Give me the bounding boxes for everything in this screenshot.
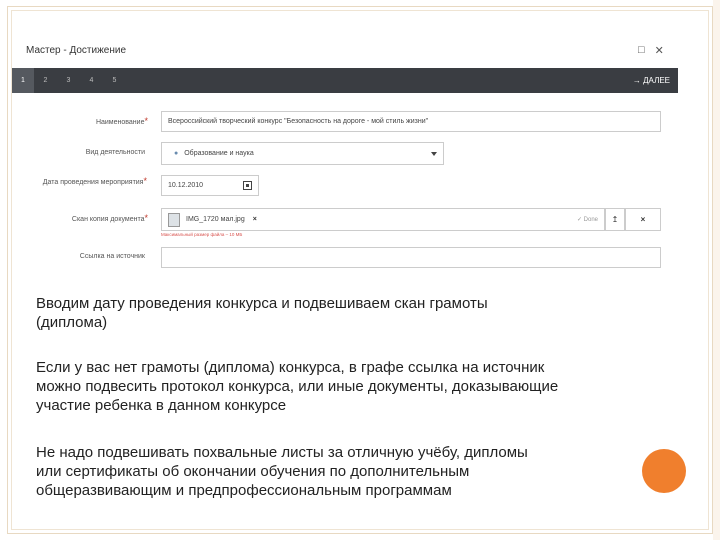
window-title: Мастер - Достижение xyxy=(26,45,127,56)
name-label: Наименование* xyxy=(95,116,148,126)
clear-file-button[interactable]: × xyxy=(625,208,661,231)
text-line: Не надо подвешивать похвальные листы за … xyxy=(36,444,528,461)
upload-status-label: Done xyxy=(583,217,598,223)
link-label: Ссылка на источник xyxy=(79,253,145,260)
check-icon: ✓ xyxy=(576,217,582,223)
wizard-step-5[interactable]: 5 xyxy=(103,77,126,84)
arrow-right-icon: → xyxy=(632,76,641,85)
close-icon[interactable]: ✕ xyxy=(655,44,664,57)
window-controls: □ ✕ xyxy=(638,44,664,57)
name-input[interactable]: Всероссийский творческий конкурс "Безопа… xyxy=(161,111,661,132)
text-line: (диплома) xyxy=(36,314,108,331)
paragraph-not-allowed: Не надо подвешивать похвальные листы за … xyxy=(36,443,528,500)
activity-select[interactable]: ● Образование и наука xyxy=(161,142,444,165)
chevron-down-icon xyxy=(431,151,437,156)
slide-right-stripe xyxy=(713,0,720,540)
next-button[interactable]: → ДАЛЕЕ xyxy=(633,76,670,85)
upload-status: ✓ Done xyxy=(577,216,598,223)
activity-dot-icon: ● xyxy=(174,150,179,157)
next-button-label: ДАЛЕЕ xyxy=(643,76,670,85)
wizard-steps-bar: 1 2 3 4 5 → ДАЛЕЕ xyxy=(12,68,678,93)
name-input-value: Всероссийский творческий конкурс "Безопа… xyxy=(168,118,429,125)
close-icon: × xyxy=(640,215,646,224)
link-input[interactable] xyxy=(161,247,661,268)
doc-label: Скан копия документа* xyxy=(71,213,148,223)
upload-icon[interactable]: ↥ xyxy=(605,208,625,231)
text-line: можно подвесить протокол конкурса, или и… xyxy=(36,378,559,395)
wizard-step-2[interactable]: 2 xyxy=(34,77,57,84)
calendar-icon[interactable] xyxy=(243,181,252,190)
activity-label: Вид деятельности xyxy=(85,149,145,156)
date-input-value: 10.12.2010 xyxy=(168,182,204,189)
date-input[interactable]: 10.12.2010 xyxy=(161,175,259,196)
wizard-step-3[interactable]: 3 xyxy=(57,77,80,84)
date-label: Дата проведения мероприятия* xyxy=(42,176,147,187)
wizard-step-4[interactable]: 4 xyxy=(80,77,103,84)
text-line: Вводим дату проведения конкурса и подвеш… xyxy=(36,295,488,312)
text-line: участие ребенка в данном конкурсе xyxy=(36,397,287,414)
activity-select-value: Образование и наука xyxy=(184,150,254,157)
file-size-hint: Максимальный размер файла – 10 МБ xyxy=(161,232,243,237)
paragraph-date-scan: Вводим дату проведения конкурса и подвеш… xyxy=(36,294,488,332)
text-line: или сертификаты об окончании обучения по… xyxy=(36,463,470,480)
text-line: общеразвивающим и предпрофессиональным п… xyxy=(36,482,452,499)
file-thumbnail-icon xyxy=(168,212,180,227)
maximize-icon[interactable]: □ xyxy=(638,44,645,57)
required-marker: * xyxy=(144,213,148,223)
remove-file-icon[interactable]: × xyxy=(253,216,257,223)
paragraph-link-alternative: Если у вас нет грамоты (диплома) конкурс… xyxy=(36,358,558,415)
decorative-orange-circle xyxy=(642,449,686,493)
required-marker: * xyxy=(143,176,147,186)
file-upload-field[interactable]: IMG_1720 мал.jpg × ✓ Done xyxy=(161,208,605,231)
required-marker: * xyxy=(144,116,148,126)
wizard-step-1[interactable]: 1 xyxy=(12,68,34,93)
file-name: IMG_1720 мал.jpg xyxy=(186,216,245,223)
text-line: Если у вас нет грамоты (диплома) конкурс… xyxy=(36,359,545,376)
